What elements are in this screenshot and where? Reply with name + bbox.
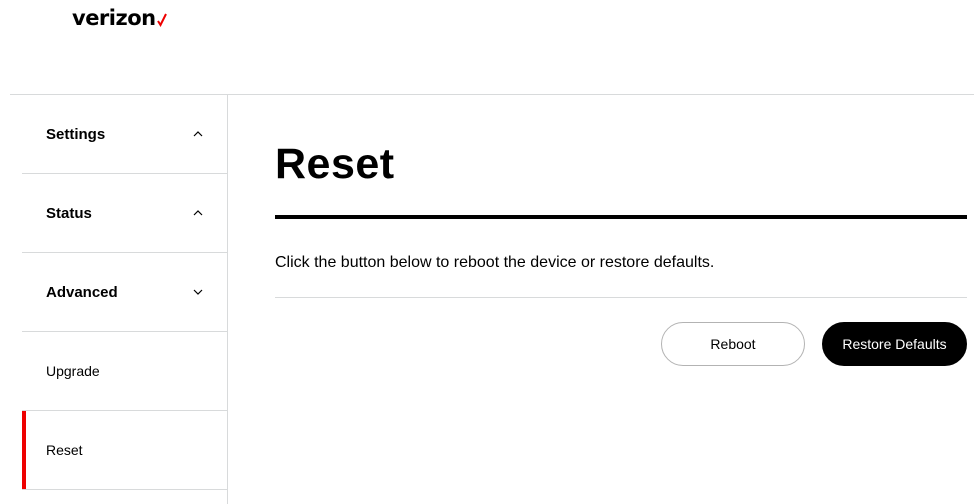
verizon-logo: verizon [72,6,167,36]
sidebar-item-label: Status [46,204,92,222]
logo-text: verizon [72,6,156,30]
chevron-down-icon [191,285,205,299]
reboot-button[interactable]: Reboot [661,322,805,366]
logo-checkmark-icon [156,8,167,32]
sidebar-item-label: Advanced [46,283,118,301]
chevron-up-icon [191,127,205,141]
sidebar-item-advanced[interactable]: Advanced [22,253,227,332]
title-divider [275,215,967,219]
sidebar-item-settings[interactable]: Settings [22,95,227,174]
sidebar-item-upgrade[interactable]: Upgrade [22,332,227,411]
page-description: Click the button below to reboot the dev… [275,254,715,271]
sidebar-item-status[interactable]: Status [22,174,227,253]
sidebar-item-label: Upgrade [46,363,100,379]
chevron-up-icon [191,206,205,220]
sidebar-item-label: Reset [46,442,83,458]
sidebar-nav: Settings Status Advanced Upgrade Reset [22,95,228,504]
content-divider [275,297,967,298]
sidebar-item-label: Settings [46,125,106,143]
page-title: Reset [275,140,395,188]
sidebar-item-reset[interactable]: Reset [22,411,227,490]
restore-defaults-button[interactable]: Restore Defaults [822,322,967,366]
